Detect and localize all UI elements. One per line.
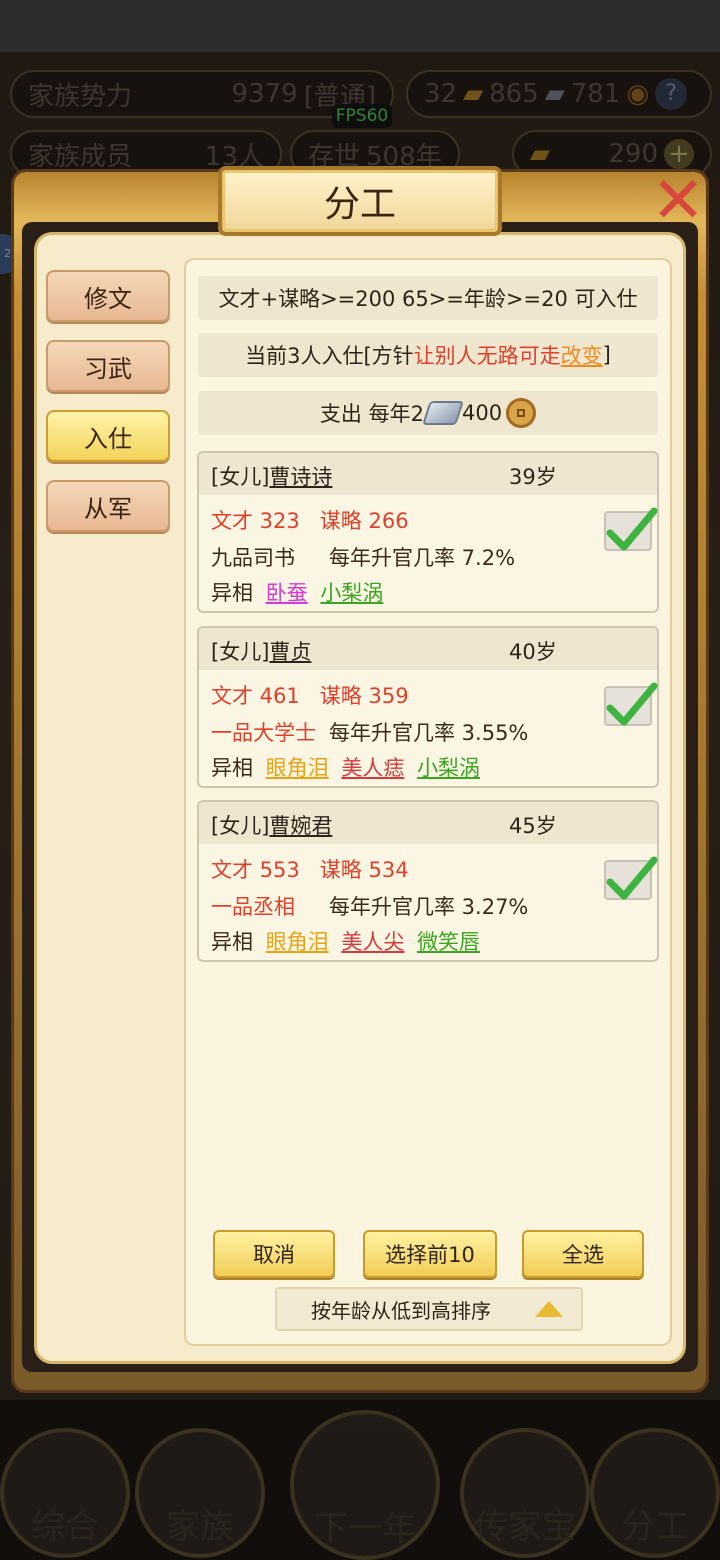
trait-tag[interactable]: 美人痣 <box>341 756 404 780</box>
member-age: 39岁 <box>509 465 557 489</box>
close-icon[interactable]: ✕ <box>640 166 716 236</box>
tab-military[interactable]: 从军 <box>46 480 170 532</box>
checkmark-icon <box>606 507 658 551</box>
current-prefix: 当前3人入仕[方针 <box>245 344 414 368</box>
member-rank: 一品大学士 <box>211 721 316 745</box>
cancel-button[interactable]: 取消 <box>213 1230 335 1278</box>
member-card[interactable]: [女儿]曹婉君 45岁 文才 553 谋略 534 一品丞相 每年升官几率 3.2… <box>197 800 659 962</box>
member-rank: 九品司书 <box>211 546 295 570</box>
select-all-button[interactable]: 全选 <box>522 1230 644 1278</box>
member-name: [女儿]曹贞 <box>211 636 311 666</box>
member-rank: 一品丞相 <box>211 895 295 919</box>
change-policy-link[interactable]: 改变 <box>561 340 603 370</box>
sort-arrow-icon <box>535 1301 563 1317</box>
coin-icon <box>506 398 537 428</box>
member-name: [女儿]曹婉君 <box>211 810 332 840</box>
traits-label: 异相 <box>211 581 253 605</box>
member-name: [女儿]曹诗诗 <box>211 461 332 491</box>
traits-label: 异相 <box>211 930 253 954</box>
member-relation: [女儿] <box>211 465 270 489</box>
member-name-link[interactable]: 曹诗诗 <box>269 465 332 489</box>
tab-officialdom[interactable]: 入仕 <box>46 410 170 462</box>
member-card-header: [女儿]曹婉君 45岁 <box>199 802 657 844</box>
checkmark-icon <box>606 856 658 900</box>
trait-tag[interactable]: 美人尖 <box>341 930 404 954</box>
member-card-header: [女儿]曹诗诗 39岁 <box>199 453 657 495</box>
member-card[interactable]: [女儿]曹诗诗 39岁 文才 323 谋略 266 九品司书 每年升官几率 7.2… <box>197 451 659 613</box>
member-age: 40岁 <box>509 640 557 664</box>
stat-moulue: 谋略 266 <box>319 509 409 533</box>
trait-tag[interactable]: 小梨涡 <box>417 756 480 780</box>
member-checkbox[interactable] <box>604 682 658 726</box>
member-relation: [女儿] <box>211 640 270 664</box>
member-name-link[interactable]: 曹贞 <box>269 640 311 664</box>
silver-ingot-icon <box>422 401 464 425</box>
dialog-title: 分工 <box>218 166 502 236</box>
member-promo-rate: 每年升官几率 3.55% <box>329 721 529 745</box>
member-card[interactable]: [女儿]曹贞 40岁 文才 461 谋略 359 一品大学士 每年升官几率 3.5… <box>197 626 659 788</box>
member-stats: 文才 461 谋略 359 <box>211 680 409 710</box>
nav-dim-overlay <box>0 1400 720 1560</box>
member-checkbox[interactable] <box>604 856 658 900</box>
current-suffix: ] <box>602 343 611 367</box>
member-card-header: [女儿]曹贞 40岁 <box>199 628 657 670</box>
sort-dropdown[interactable]: 按年龄从低到高排序 <box>275 1287 583 1331</box>
trait-tag[interactable]: 眼角泪 <box>266 930 329 954</box>
stat-moulue: 谋略 359 <box>319 684 409 708</box>
trait-tag[interactable]: 卧蚕 <box>266 581 308 605</box>
cost-value: 400 <box>461 401 503 425</box>
cost-bar: 支出 每年2 400 <box>198 391 658 435</box>
member-age: 45岁 <box>509 814 557 838</box>
member-rank-row: 一品丞相 每年升官几率 3.27% <box>211 891 528 921</box>
requirement-text: 文才+谋略>=200 65>=年龄>=20 可入仕 <box>198 276 658 320</box>
member-promo-rate: 每年升官几率 7.2% <box>329 546 516 570</box>
member-rank-row: 九品司书 每年升官几率 7.2% <box>211 542 515 572</box>
member-relation: [女儿] <box>211 814 270 838</box>
tab-study[interactable]: 修文 <box>46 270 170 322</box>
traits-label: 异相 <box>211 756 253 780</box>
policy-name: 让别人无路可走 <box>413 344 561 368</box>
select-top10-button[interactable]: 选择前10 <box>363 1230 497 1278</box>
cost-prefix: 支出 每年2 <box>319 402 424 426</box>
stat-wencai: 文才 461 <box>211 684 300 708</box>
tab-martial[interactable]: 习武 <box>46 340 170 392</box>
member-stats: 文才 553 谋略 534 <box>211 854 409 884</box>
member-name-link[interactable]: 曹婉君 <box>269 814 332 838</box>
member-traits-row: 异相 眼角泪 美人尖 微笑唇 <box>211 926 480 956</box>
stat-wencai: 文才 553 <box>211 858 300 882</box>
member-traits-row: 异相 卧蚕 小梨涡 <box>211 577 383 607</box>
member-promo-rate: 每年升官几率 3.27% <box>329 895 529 919</box>
stat-moulue: 谋略 534 <box>319 858 409 882</box>
member-checkbox[interactable] <box>604 507 658 551</box>
status-bar <box>0 0 720 52</box>
checkmark-icon <box>606 682 658 726</box>
current-policy-bar: 当前3人入仕[方针 让别人无路可走 改变 ] <box>198 333 658 377</box>
member-rank-row: 一品大学士 每年升官几率 3.55% <box>211 717 528 747</box>
sort-label: 按年龄从低到高排序 <box>311 1298 491 1323</box>
trait-tag[interactable]: 小梨涡 <box>320 581 383 605</box>
stat-wencai: 文才 323 <box>211 509 300 533</box>
trait-tag[interactable]: 微笑唇 <box>417 930 480 954</box>
member-stats: 文才 323 谋略 266 <box>211 505 409 535</box>
member-traits-row: 异相 眼角泪 美人痣 小梨涡 <box>211 752 480 782</box>
trait-tag[interactable]: 眼角泪 <box>266 756 329 780</box>
